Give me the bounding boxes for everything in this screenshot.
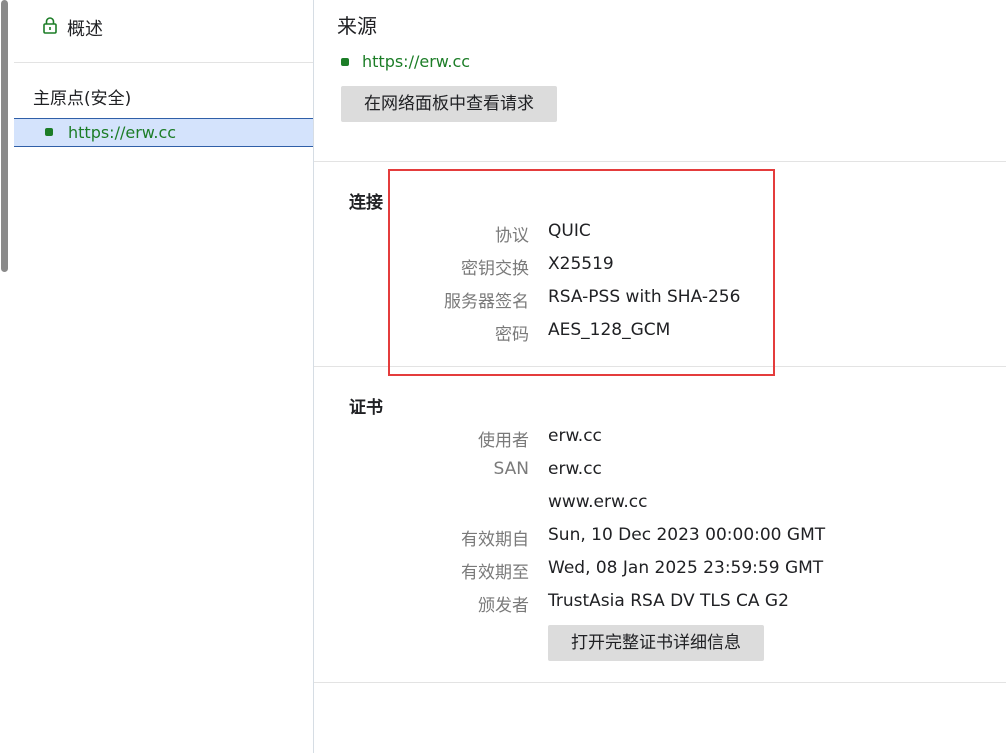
valid-to-label: 有效期至 [461,563,529,583]
server-signature-label: 服务器签名 [444,292,529,312]
valid-from-label: 有效期自 [461,530,529,550]
subject-value: erw.cc [548,426,602,446]
san-value: erw.cc [548,459,602,479]
cipher-value: AES_128_GCM [548,320,671,340]
subject-label: 使用者 [478,431,529,451]
secure-dot-icon [45,128,53,136]
open-certificate-details-button[interactable]: 打开完整证书详细信息 [548,625,764,661]
view-requests-in-network-button[interactable]: 在网络面板中查看请求 [341,86,557,122]
outer-scrollbar[interactable] [0,0,10,753]
source-section: 来源 https://erw.cc 在网络面板中查看请求 [314,0,1006,162]
issuer-label: 颁发者 [478,596,529,616]
outer-scrollbar-thumb[interactable] [1,0,8,272]
connection-section: 连接 协议 QUIC 密钥交换 X25519 服务器签名 RSA-PSS wit… [314,162,1006,367]
key-exchange-label: 密钥交换 [461,259,529,279]
main-origin-heading: 主原点(安全) [33,89,132,109]
lock-icon [42,16,58,34]
protocol-label: 协议 [495,226,529,246]
sidebar-item-overview-label: 概述 [67,19,103,40]
sidebar-item-origin[interactable]: https://erw.cc [14,118,313,147]
san-value: www.erw.cc [548,492,648,512]
server-signature-value: RSA-PSS with SHA-256 [548,287,741,307]
issuer-value: TrustAsia RSA DV TLS CA G2 [548,591,789,611]
source-url: https://erw.cc [362,52,471,71]
protocol-value: QUIC [548,221,591,241]
connection-title: 连接 [349,193,383,213]
cipher-label: 密码 [495,325,529,345]
san-label: SAN [493,459,529,479]
source-title: 来源 [337,14,377,38]
security-sidebar: 概述 主原点(安全) https://erw.cc [14,0,314,753]
key-exchange-value: X25519 [548,254,614,274]
valid-from-value: Sun, 10 Dec 2023 00:00:00 GMT [548,525,826,545]
secure-dot-icon [341,58,349,66]
sidebar-item-origin-url: https://erw.cc [68,123,177,142]
sidebar-item-overview[interactable]: 概述 [14,0,313,63]
certificate-title: 证书 [349,398,383,418]
security-main-panel: 来源 https://erw.cc 在网络面板中查看请求 连接 协议 QUIC … [314,0,1006,753]
certificate-section: 证书 使用者 erw.cc SAN erw.cc www.erw.cc 有效期自… [314,367,1006,683]
valid-to-value: Wed, 08 Jan 2025 23:59:59 GMT [548,558,824,578]
